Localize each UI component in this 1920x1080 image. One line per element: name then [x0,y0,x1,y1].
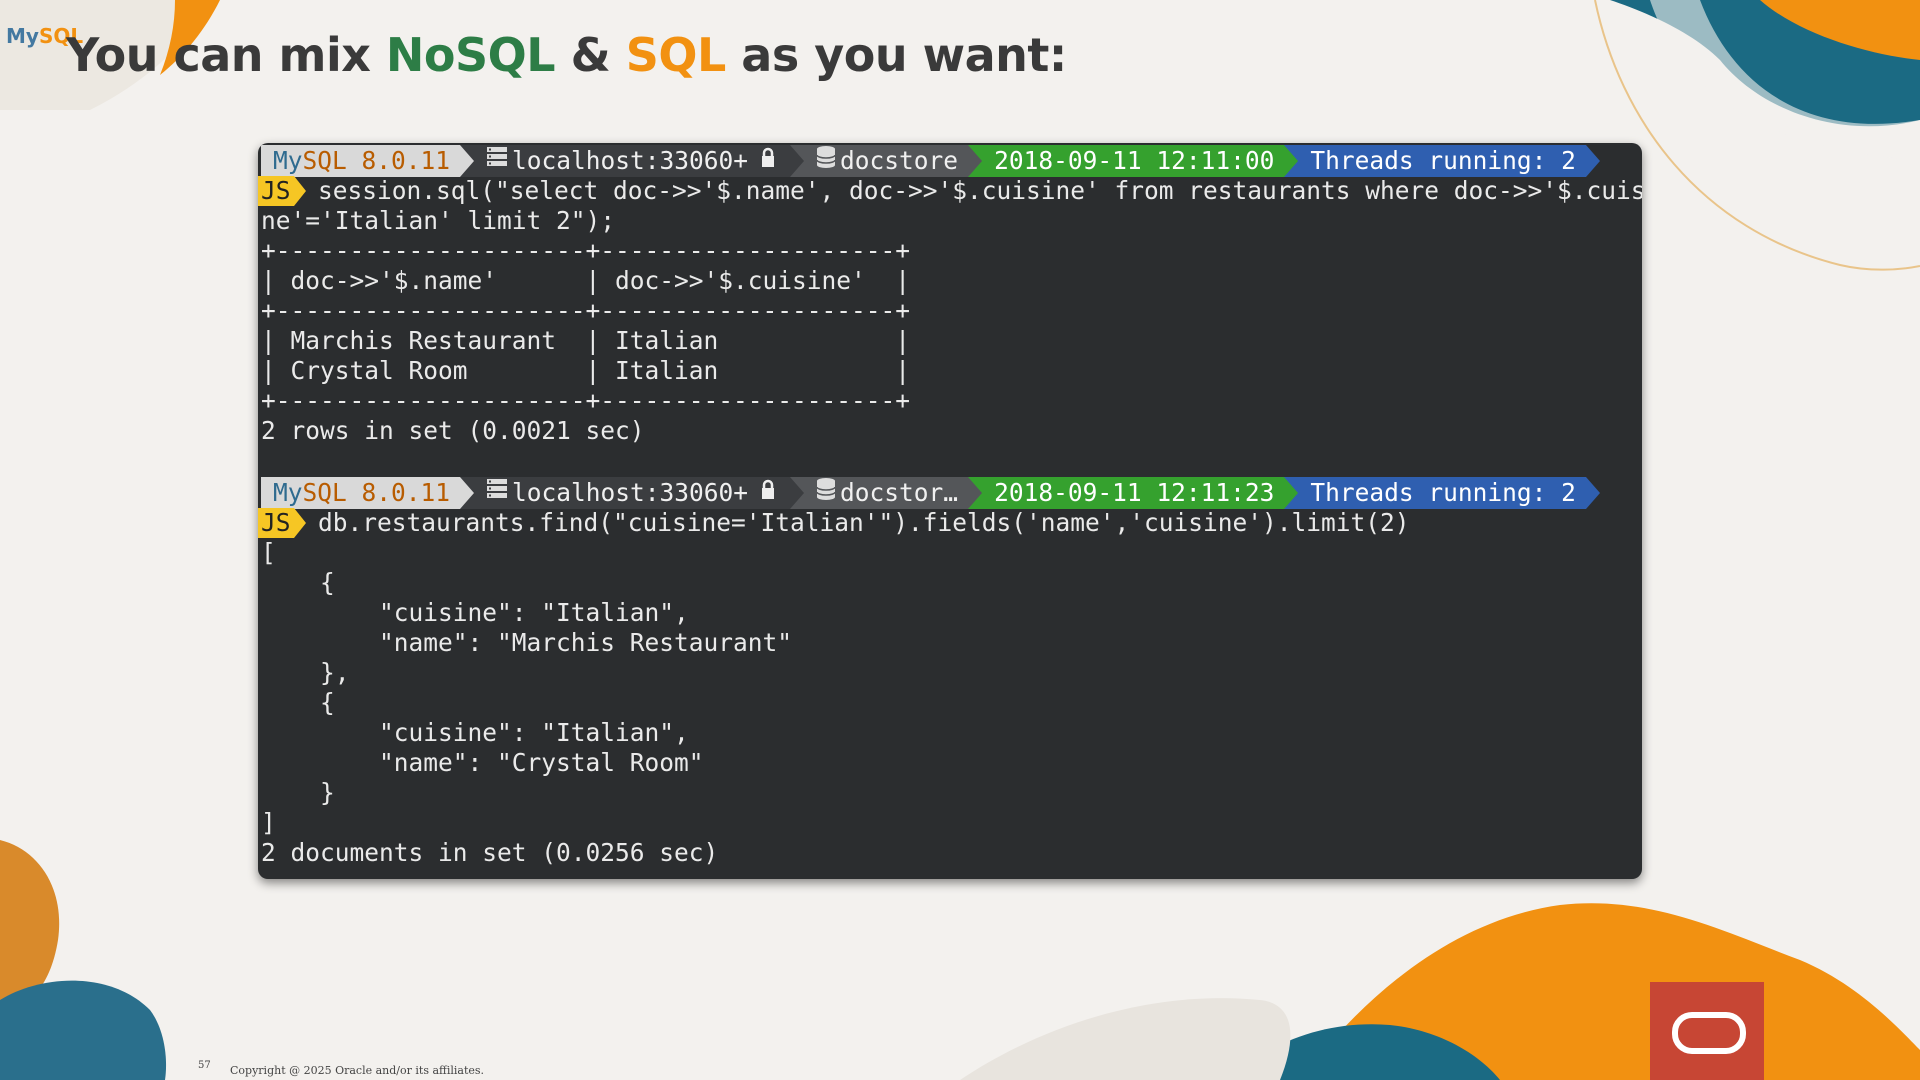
prompt-time: 2018-09-11 12:11:00 [982,145,1285,177]
title-suffix: as you want: [725,28,1067,82]
prompt-version-rest: SQL 8.0.11 [302,478,451,507]
prompt-threads: Threads running: 2 [1298,145,1586,177]
database-icon [816,145,836,177]
table-row: | Marchis Restaurant | Italian | [261,326,911,355]
title-ampersand: & [555,28,626,82]
json-output-line: ] [261,808,276,837]
result-summary: 2 documents in set (0.0256 sec) [261,838,719,867]
table-border: +---------------------+-----------------… [261,296,911,325]
prompt-host-text: localhost:33060+ [512,478,749,507]
json-output-line: "cuisine": "Italian", [261,598,689,627]
server-icon [486,477,508,509]
terminal-screenshot: My SQL 8.0.11 localhost:33060+ docstore 2… [258,143,1642,879]
json-output-line: "name": "Crystal Room" [261,748,704,777]
prompt-schema: docstor… [804,477,969,509]
prompt-separator [790,477,805,509]
logo-text-my: My [6,24,39,48]
result-summary: 2 rows in set (0.0021 sec) [261,416,645,445]
shell-prompt-1: My SQL 8.0.11 localhost:33060+ docstore 2… [261,145,1621,177]
js-mode-badge: JS [258,176,306,206]
prompt-version-my: My [273,146,303,175]
json-output-line: { [261,568,335,597]
prompt-schema: docstore [804,145,969,177]
prompt-schema-text: docstor… [840,478,959,507]
prompt-schema-text: docstore [840,146,959,175]
json-output-line: [ [261,538,276,567]
oracle-ring-icon [1672,1012,1746,1054]
json-output-line: "cuisine": "Italian", [261,718,689,747]
prompt-separator [1284,477,1299,509]
js-mode-label: JS [258,176,294,206]
table-row: | Crystal Room | Italian | [261,356,911,385]
lock-icon [760,145,776,177]
prompt-host-text: localhost:33060+ [512,146,749,175]
slide-title: You can mix NoSQL & SQL as you want: [66,28,1067,82]
prompt-version-rest: SQL 8.0.11 [302,146,451,175]
table-border: +---------------------+-----------------… [261,386,911,415]
prompt-separator [1284,145,1299,177]
json-output-line: } [261,778,335,807]
json-output-line: { [261,688,335,717]
table-header: | doc->>'$.name' | doc->>'$.cuisine' | [261,266,911,295]
prompt-version: My SQL 8.0.11 [261,477,461,509]
title-prefix: You can mix [66,28,386,82]
command-line-continuation: ne'='Italian' limit 2"); [261,206,616,235]
prompt-threads: Threads running: 2 [1298,477,1586,509]
lock-icon [760,477,776,509]
table-border: +---------------------+-----------------… [261,236,911,265]
prompt-version: My SQL 8.0.11 [261,145,461,177]
prompt-host: localhost:33060+ [474,477,791,509]
command-line: session.sql("select doc->>'$.name', doc-… [318,176,1642,205]
prompt-separator [1585,477,1600,509]
js-mode-badge: JS [258,508,306,538]
copyright-notice: Copyright @ 2025 Oracle and/or its affil… [230,1064,485,1077]
prompt-host: localhost:33060+ [474,145,791,177]
page-number: 57 [198,1060,211,1071]
oracle-logo [1650,982,1764,1080]
title-nosql: NoSQL [385,28,556,82]
command-line: db.restaurants.find("cuisine='Italian'")… [318,508,1410,537]
prompt-separator [968,477,983,509]
prompt-separator [790,145,805,177]
json-output-line: "name": "Marchis Restaurant" [261,628,793,657]
prompt-separator [1585,145,1600,177]
database-icon [816,477,836,509]
server-icon [486,145,508,177]
shell-prompt-2: My SQL 8.0.11 localhost:33060+ docstor… 2… [261,477,1621,509]
js-mode-label: JS [258,508,294,538]
prompt-separator [460,145,475,177]
json-output-line: }, [261,658,350,687]
title-sql: SQL [625,28,727,82]
prompt-separator [968,145,983,177]
prompt-time: 2018-09-11 12:11:23 [982,477,1285,509]
prompt-version-my: My [273,478,303,507]
prompt-separator [460,477,475,509]
